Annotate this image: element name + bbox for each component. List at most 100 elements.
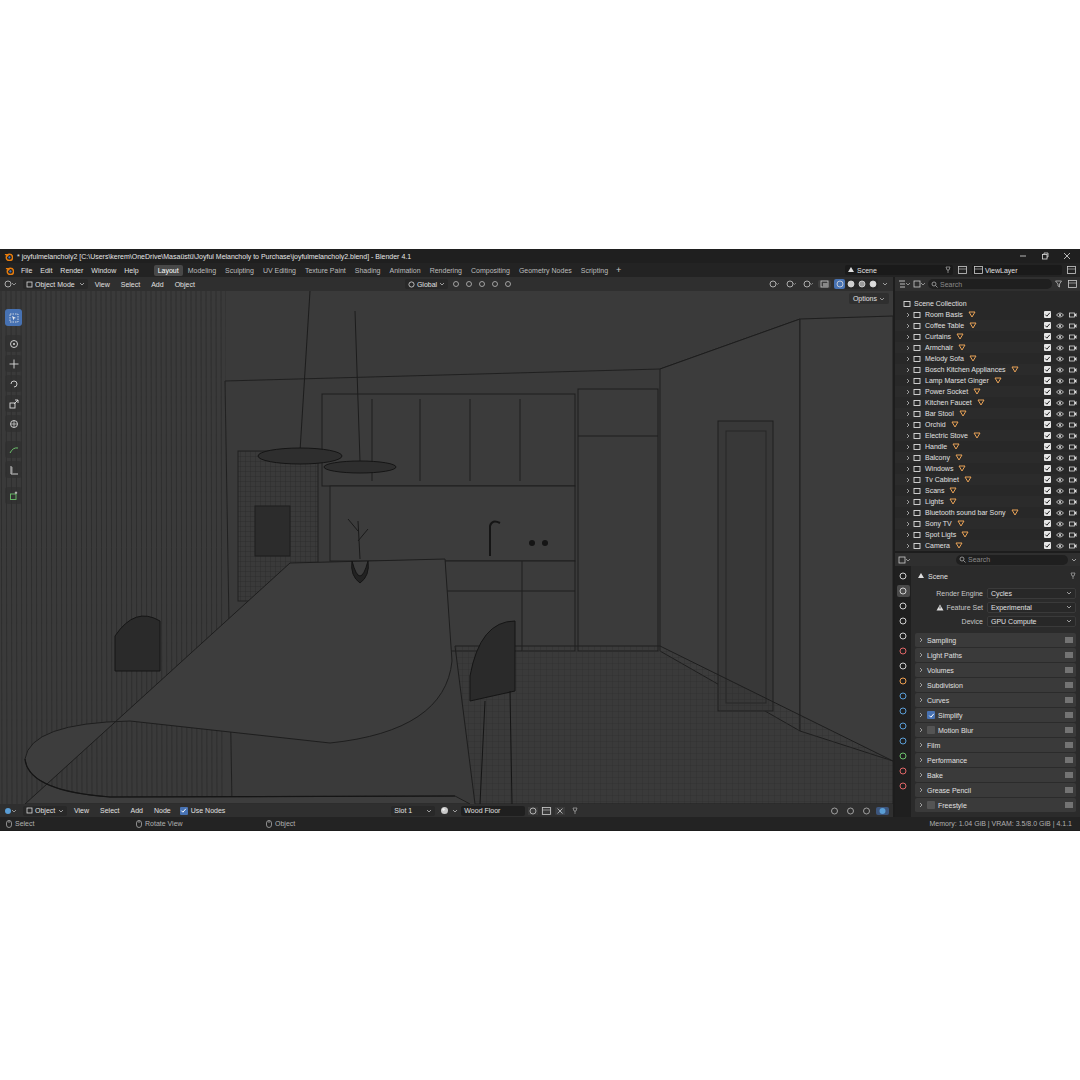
include-checkbox[interactable] [1044, 355, 1051, 362]
eye-icon[interactable] [1056, 312, 1064, 318]
panel-header[interactable]: Subdivision [915, 678, 1076, 693]
collection-name[interactable]: Windows [925, 465, 953, 472]
collection-name[interactable]: Curtains [925, 333, 951, 340]
camera-icon[interactable] [1069, 311, 1077, 318]
select-box-icon[interactable] [5, 309, 22, 326]
eye-icon[interactable] [1056, 422, 1064, 428]
menu-item[interactable]: Edit [37, 265, 55, 276]
expand-icon[interactable] [905, 345, 911, 351]
outliner-row[interactable]: Scans [895, 485, 1080, 496]
panel-header[interactable]: Volumes [915, 663, 1076, 678]
viewport-menu[interactable]: Add [147, 281, 167, 288]
include-checkbox[interactable] [1044, 421, 1051, 428]
eye-icon[interactable] [1056, 400, 1064, 406]
expand-icon[interactable] [905, 312, 911, 318]
mode-dropdown[interactable]: Object Mode [23, 279, 88, 289]
material-icon[interactable] [440, 806, 449, 815]
collection-name[interactable]: Scans [925, 487, 944, 494]
panel-header[interactable]: Sampling [915, 633, 1076, 648]
outliner-row[interactable]: Melody Sofa [895, 353, 1080, 364]
property-value[interactable]: Experimental [991, 604, 1066, 611]
camera-icon[interactable] [1069, 520, 1077, 527]
properties-tab-icon[interactable] [897, 750, 910, 762]
rotate-icon[interactable] [5, 375, 22, 392]
outliner-row[interactable]: Curtains [895, 331, 1080, 342]
panel-title[interactable]: Light Paths [927, 652, 1062, 659]
property-dropdown[interactable]: Experimental [987, 602, 1076, 613]
collection-name[interactable]: Electric Stove [925, 432, 968, 439]
shader-type-dropdown[interactable]: Object [23, 806, 67, 816]
panel-checkbox[interactable] [927, 711, 935, 719]
workspace-tab[interactable]: Sculpting [221, 265, 258, 276]
workspace-tab[interactable]: Scripting [577, 265, 612, 276]
include-checkbox[interactable] [1044, 399, 1051, 406]
eye-icon[interactable] [1056, 499, 1064, 505]
snap-icon[interactable] [828, 807, 841, 815]
include-checkbox[interactable] [1044, 476, 1051, 483]
snap-icon[interactable] [464, 280, 474, 288]
include-checkbox[interactable] [1044, 366, 1051, 373]
menu-item[interactable]: Window [88, 265, 119, 276]
overlay-toggle-icon[interactable] [876, 807, 889, 815]
include-checkbox[interactable] [1044, 344, 1051, 351]
collection-name[interactable]: Armchair [925, 344, 953, 351]
panel-title[interactable]: Grease Pencil [927, 787, 1062, 794]
include-checkbox[interactable] [1044, 509, 1051, 516]
eye-icon[interactable] [1056, 532, 1064, 538]
camera-icon[interactable] [1069, 542, 1077, 549]
pivot-icon[interactable] [451, 280, 461, 288]
panel-header[interactable]: Curves [915, 693, 1076, 708]
menu-item[interactable]: Render [57, 265, 86, 276]
expand-icon[interactable] [905, 532, 911, 538]
panel-header[interactable]: Light Paths [915, 648, 1076, 663]
camera-icon[interactable] [1069, 454, 1077, 461]
outliner-row[interactable]: Room Basis [895, 309, 1080, 320]
restore-icon[interactable] [1041, 252, 1049, 260]
editor-type-icon[interactable] [898, 280, 910, 288]
eye-icon[interactable] [1056, 345, 1064, 351]
include-checkbox[interactable] [1044, 443, 1051, 450]
editor-type-icon[interactable] [898, 556, 910, 564]
workspace-tab[interactable]: Rendering [426, 265, 466, 276]
presets-icon[interactable] [1065, 727, 1073, 733]
editor-type-icon[interactable] [4, 280, 16, 288]
camera-icon[interactable] [1069, 399, 1077, 406]
expand-icon[interactable] [905, 411, 911, 417]
presets-icon[interactable] [1065, 772, 1073, 778]
add-cube-icon[interactable] [5, 487, 22, 504]
panel-header[interactable]: Performance [915, 753, 1076, 768]
move-icon[interactable] [5, 355, 22, 372]
new-collection-icon[interactable] [1068, 280, 1077, 288]
panel-header[interactable]: Bake [915, 768, 1076, 783]
gizmo-icon[interactable] [784, 280, 798, 288]
expand-icon[interactable] [905, 389, 911, 395]
expand-icon[interactable] [905, 521, 911, 527]
outliner-row[interactable]: Camera [895, 540, 1080, 551]
eye-icon[interactable] [1056, 466, 1064, 472]
camera-icon[interactable] [1069, 487, 1077, 494]
camera-icon[interactable] [1069, 377, 1077, 384]
presets-icon[interactable] [1065, 757, 1073, 763]
include-checkbox[interactable] [1044, 520, 1051, 527]
shader-menu[interactable]: Node [150, 807, 175, 814]
properties-tab-icon[interactable] [897, 600, 910, 612]
properties-tab-icon[interactable] [897, 765, 910, 777]
options-button[interactable]: Options [849, 293, 889, 304]
eye-icon[interactable] [1056, 477, 1064, 483]
outliner-row[interactable]: Electric Stove [895, 430, 1080, 441]
include-checkbox[interactable] [1044, 333, 1051, 340]
properties-tab-icon[interactable] [897, 675, 910, 687]
panel-title[interactable]: Sampling [927, 637, 1062, 644]
orientation-dropdown[interactable]: Global [405, 279, 448, 289]
eye-icon[interactable] [1056, 356, 1064, 362]
properties-tab-icon[interactable] [897, 705, 910, 717]
editor-type-icon[interactable] [4, 807, 16, 815]
slot-label[interactable]: Slot 1 [394, 807, 426, 814]
collection-name[interactable]: Bar Stool [925, 410, 954, 417]
camera-icon[interactable] [1069, 465, 1077, 472]
camera-icon[interactable] [1069, 421, 1077, 428]
collection-name[interactable]: Coffee Table [925, 322, 964, 329]
panel-header[interactable]: Simplify [915, 708, 1076, 723]
shading-mode-icon[interactable] [867, 279, 878, 289]
eye-icon[interactable] [1056, 543, 1064, 549]
